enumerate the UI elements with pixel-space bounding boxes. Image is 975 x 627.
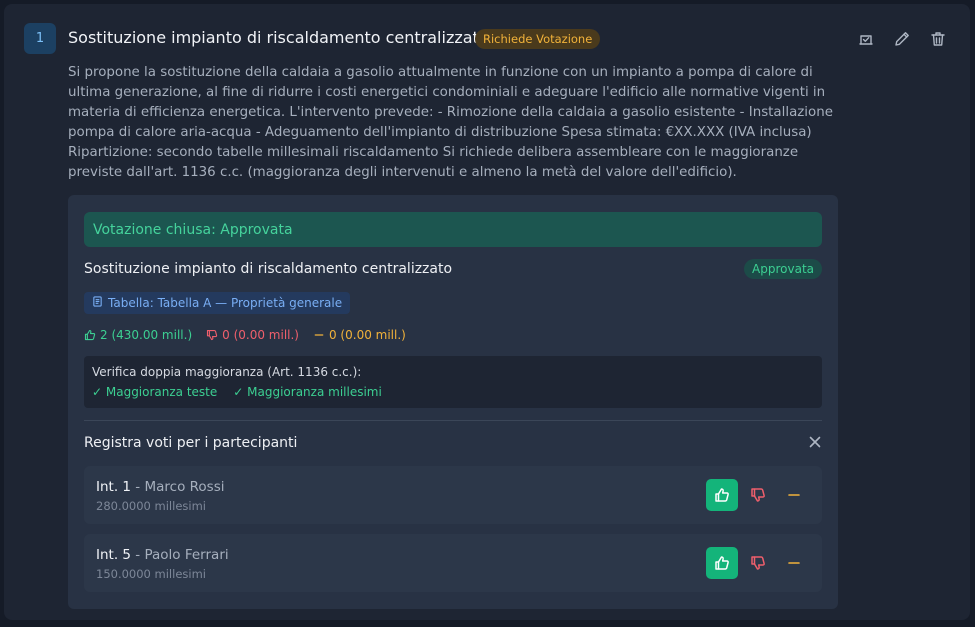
vote-abstain-button[interactable]	[778, 547, 810, 579]
thumbs-up-icon	[84, 329, 96, 341]
vote-counts: 2 (430.00 mill.) 0 (0.00 mill.) 0 (0.00 …	[84, 328, 406, 342]
agenda-item-card: 1 Sostituzione impianto di riscaldamento…	[4, 4, 970, 620]
status-badge: Richiede Votazione	[475, 29, 601, 49]
close-icon[interactable]	[808, 435, 822, 449]
register-title: Registra voti per i partecipanti	[84, 435, 298, 451]
participant-row: Int. 1 - Marco Rossi 280.0000 millesimi	[84, 466, 822, 524]
vote-closed-banner: Votazione chiusa: Approvata	[84, 212, 822, 247]
divider	[84, 420, 822, 421]
vote-no-button[interactable]	[742, 547, 774, 579]
count-yes: 2 (430.00 mill.)	[84, 328, 192, 342]
minus-icon	[313, 329, 325, 341]
vote-yes-button[interactable]	[706, 479, 738, 511]
vote-box-icon[interactable]	[857, 30, 875, 48]
document-icon	[92, 296, 103, 310]
majority-title: Verifica doppia maggioranza (Art. 1136 c…	[92, 365, 362, 379]
majority-check-box: Verifica doppia maggioranza (Art. 1136 c…	[84, 356, 822, 408]
majority-millesimi-check: ✓ Maggioranza millesimi	[233, 385, 382, 399]
item-description: Si propone la sostituzione della caldaia…	[68, 65, 833, 180]
thumbs-down-icon	[206, 329, 218, 341]
vote-yes-button[interactable]	[706, 547, 738, 579]
count-no: 0 (0.00 mill.)	[206, 328, 299, 342]
vote-title: Sostituzione impianto di riscaldamento c…	[84, 261, 453, 277]
majority-heads-check: ✓ Maggioranza teste	[92, 385, 218, 399]
participant-name: Int. 1 - Marco Rossi	[96, 479, 225, 495]
item-number-badge: 1	[24, 23, 56, 54]
vote-abstain-button[interactable]	[778, 479, 810, 511]
vote-no-button[interactable]	[742, 479, 774, 511]
participant-millesimi: 280.0000 millesimi	[96, 499, 206, 513]
participant-millesimi: 150.0000 millesimi	[96, 567, 206, 581]
item-title: Sostituzione impianto di riscaldamento c…	[68, 28, 489, 47]
vote-result-badge: Approvata	[744, 259, 822, 279]
vote-panel: Votazione chiusa: Approvata Sostituzione…	[68, 195, 838, 609]
pencil-icon[interactable]	[893, 30, 911, 48]
participant-name: Int. 5 - Paolo Ferrari	[96, 547, 229, 563]
trash-icon[interactable]	[929, 30, 947, 48]
table-label: Tabella: Tabella A — Proprietà generale	[108, 296, 343, 310]
table-badge: Tabella: Tabella A — Proprietà generale	[84, 292, 351, 314]
count-abstain: 0 (0.00 mill.)	[313, 328, 406, 342]
participant-row: Int. 5 - Paolo Ferrari 150.0000 millesim…	[84, 534, 822, 592]
